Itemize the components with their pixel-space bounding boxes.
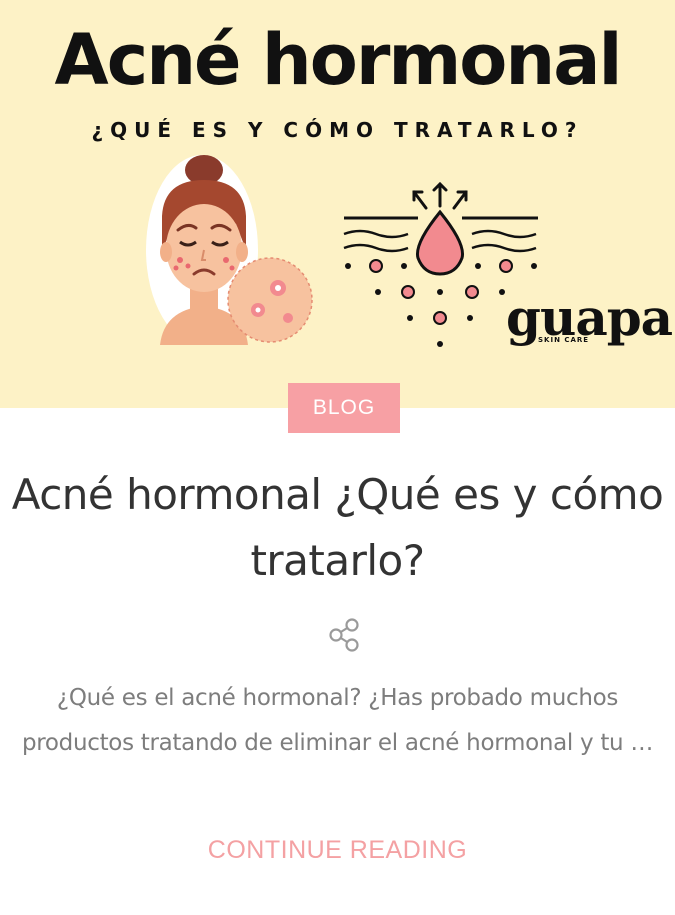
post-title[interactable]: Acné hormonal ¿Qué es y cómo tratarlo? xyxy=(0,462,675,594)
post-excerpt: ¿Qué es el acné hormonal? ¿Has probado m… xyxy=(21,685,654,756)
category-badge[interactable]: BLOG xyxy=(288,383,400,433)
blog-post-card: Acné hormonal ¿QUÉ ES Y CÓMO TRATARLO? g… xyxy=(0,0,675,915)
share-icon[interactable] xyxy=(325,616,363,654)
continue-reading-link[interactable]: CONTINUE READING xyxy=(0,836,675,865)
hero-title: Acné hormonal xyxy=(54,19,623,101)
acne-face-illustration xyxy=(146,155,313,345)
brand-logo: guapa SKIN CARE xyxy=(506,290,673,360)
brand-tagline: SKIN CARE xyxy=(538,336,590,344)
hero-subtitle: ¿QUÉ ES Y CÓMO TRATARLO? xyxy=(91,118,584,142)
featured-image[interactable]: Acné hormonal ¿QUÉ ES Y CÓMO TRATARLO? g… xyxy=(0,0,675,408)
